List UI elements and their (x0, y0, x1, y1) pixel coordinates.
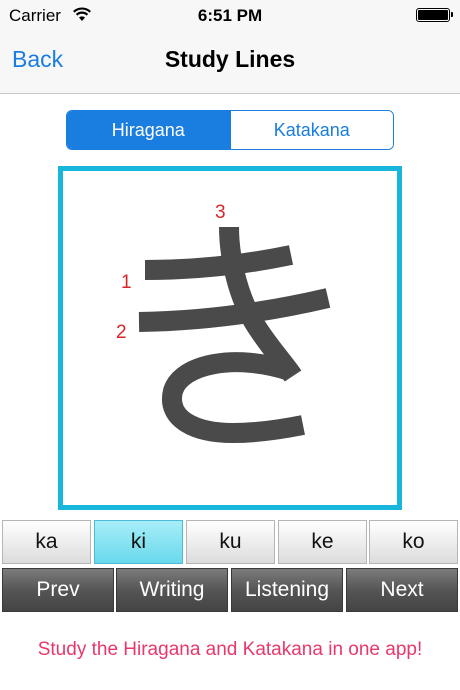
character-stroke-panel: 3 1 2 (58, 166, 402, 510)
next-button[interactable]: Next (346, 568, 458, 612)
syllable-button-ko[interactable]: ko (369, 520, 458, 564)
stroke-number-3: 3 (215, 202, 226, 223)
segment-katakana[interactable]: Katakana (229, 111, 393, 149)
battery-icon (416, 8, 453, 22)
promo-text: Study the Hiragana and Katakana in one a… (37, 639, 423, 660)
syllable-button-ke[interactable]: ke (278, 520, 367, 564)
segment-hiragana[interactable]: Hiragana (67, 111, 230, 149)
ki-glyph (138, 226, 331, 443)
page-title: Study Lines (164, 46, 296, 72)
syllable-button-ku[interactable]: ku (186, 520, 275, 564)
syllable-button-ka[interactable]: ka (2, 520, 91, 564)
prev-button[interactable]: Prev (2, 568, 114, 612)
stroke-number-2: 2 (116, 322, 127, 343)
navigation-bar: Back Study Lines (0, 30, 460, 94)
stroke-number-1: 1 (121, 272, 132, 293)
status-time: 6:51 PM (197, 6, 263, 25)
script-segmented-control: Hiragana Katakana (66, 110, 394, 150)
listening-button[interactable]: Listening (231, 568, 343, 612)
syllable-button-ki[interactable]: ki (94, 520, 183, 564)
character-glyph-drawing: 3 1 2 (116, 202, 331, 443)
status-bar: Carrier 6:51 PM (0, 0, 460, 30)
writing-button[interactable]: Writing (116, 568, 228, 612)
